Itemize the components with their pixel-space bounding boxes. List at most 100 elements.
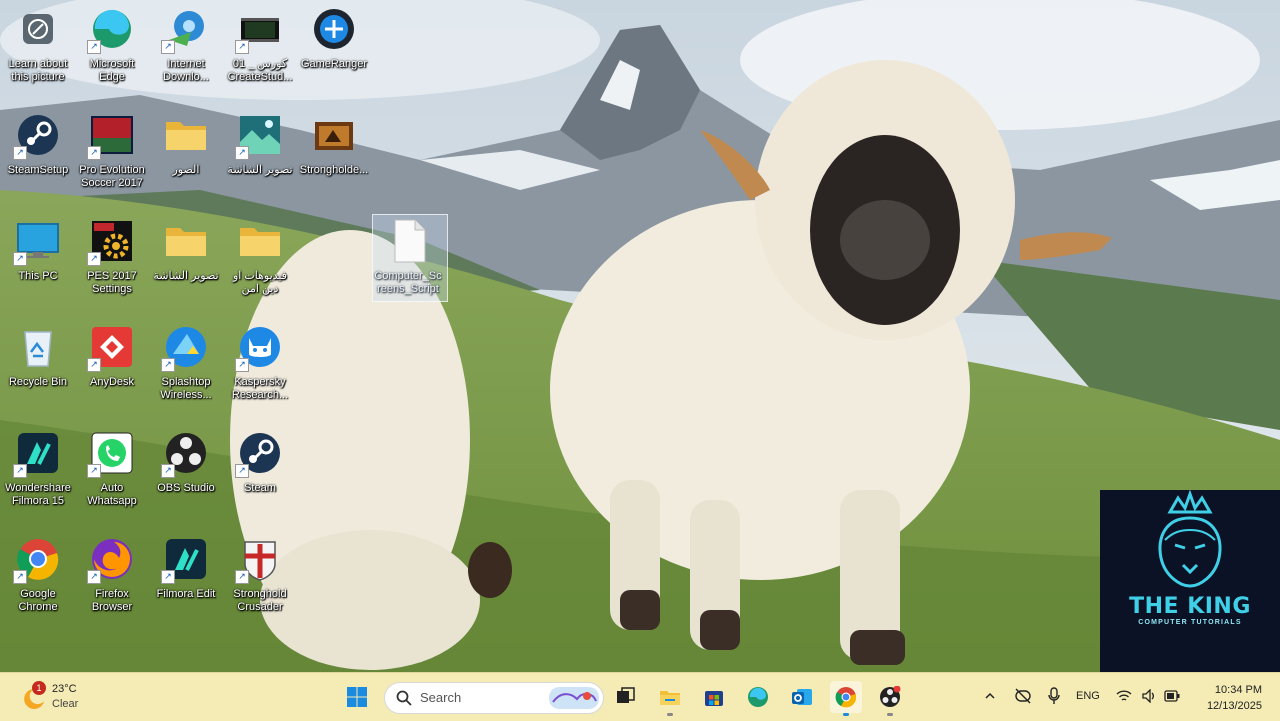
- pes-icon: ↗: [87, 112, 135, 160]
- desktop-icon-label: Internet Downlo...: [163, 58, 209, 83]
- sync-off-icon[interactable]: [1014, 688, 1032, 704]
- watermark-subtitle: COMPUTER TUTORIALS: [1138, 619, 1242, 626]
- edge-button[interactable]: [742, 681, 774, 713]
- desktop-icon[interactable]: ↗ Pro Evolution Soccer 2017: [76, 108, 148, 208]
- desktop-icon[interactable]: ↗ PES 2017 Settings: [76, 214, 148, 314]
- whatsapp-icon: ↗: [87, 430, 135, 478]
- weather-widget[interactable]: 1 23°C Clear: [18, 681, 128, 713]
- obs-button[interactable]: [874, 681, 906, 716]
- desktop-icon[interactable]: ↗ Auto Whatsapp: [76, 426, 148, 526]
- desktop-icon[interactable]: ↗ This PC: [2, 214, 74, 314]
- desktop-icon[interactable]: ↗ تصوير الشاشة: [224, 108, 296, 208]
- document-icon: [385, 218, 431, 264]
- running-indicator: [887, 713, 893, 716]
- search-icon: [396, 690, 412, 706]
- desktop-icon[interactable]: Strongholde...: [298, 108, 370, 208]
- video-file-icon: ↗: [235, 6, 283, 54]
- desktop-icon-label: This PC: [18, 270, 58, 282]
- desktop-icon-label: Firefox Browser: [91, 588, 133, 613]
- desktop-icon[interactable]: ↗ Internet Downlo...: [150, 2, 222, 102]
- folder-icon: [660, 691, 680, 705]
- shortcut-arrow-icon: ↗: [13, 252, 27, 266]
- desktop-icon-label: Kaspersky Research...: [231, 376, 289, 401]
- steam-icon: ↗: [235, 430, 283, 478]
- desktop-icon[interactable]: ↗ Steam: [224, 426, 296, 526]
- shortcut-arrow-icon: ↗: [161, 570, 175, 584]
- search-placeholder: Search: [420, 690, 462, 705]
- chrome-button[interactable]: [830, 681, 862, 716]
- desktop-icon[interactable]: تصوير الشاشة: [150, 214, 222, 314]
- edge-icon: ↗: [87, 6, 135, 54]
- chevron-up-icon[interactable]: [984, 690, 996, 702]
- desktop-icon[interactable]: Computer_Sc reens_Script: [372, 214, 448, 314]
- desktop-icon[interactable]: ↗ 01 _ كورس CreateStud...: [224, 2, 296, 102]
- clock[interactable]: 10:34 PM 12/13/2025: [1207, 682, 1262, 714]
- filmora-icon: ↗: [13, 430, 61, 478]
- obs-icon: [880, 686, 901, 707]
- desktop-icon-label: الصور: [172, 164, 200, 176]
- desktop-icon-label: Strongholde...: [299, 164, 369, 176]
- shortcut-arrow-icon: ↗: [87, 252, 101, 266]
- task-view-button[interactable]: [609, 681, 641, 713]
- obs-icon: ↗: [161, 430, 209, 478]
- language-indicator[interactable]: ENG: [1076, 690, 1100, 702]
- desktop-icon-label: Google Chrome: [18, 588, 58, 613]
- outlook-button[interactable]: [786, 681, 818, 713]
- splashtop-icon: ↗: [161, 324, 209, 372]
- desktop-icon[interactable]: ↗ OBS Studio: [150, 426, 222, 526]
- desktop-icon[interactable]: ↗ Wondershare Filmora 15: [2, 426, 74, 526]
- desktop-icon-label: Stronghold Crusader: [233, 588, 287, 613]
- watermark-title: THE KING: [1129, 594, 1251, 619]
- desktop-icon-label: GameRanger: [300, 58, 368, 70]
- chrome-icon: ↗: [13, 536, 61, 584]
- settings-icon: ↗: [87, 218, 135, 266]
- desktop-icon-label: Wondershare Filmora 15: [5, 482, 71, 507]
- desktop-icon[interactable]: ↗ Google Chrome: [2, 532, 74, 632]
- wifi-icon[interactable]: [1116, 689, 1132, 703]
- clock-date: 12/13/2025: [1206, 700, 1262, 712]
- cat-app-icon: ↗: [235, 324, 283, 372]
- desktop-icon[interactable]: ↗ Splashtop Wireless...: [150, 320, 222, 420]
- desktop-icon-label: Pro Evolution Soccer 2017: [79, 164, 145, 189]
- desktop-icon[interactable]: ↗ SteamSetup: [2, 108, 74, 208]
- desktop-icon[interactable]: ↗ Firefox Browser: [76, 532, 148, 632]
- running-indicator: [667, 713, 673, 716]
- windows-logo-icon: [347, 687, 367, 707]
- stronghold-icon: [311, 112, 357, 158]
- desktop-icon-label: Splashtop Wireless...: [160, 376, 212, 401]
- desktop-icon-label: تصوير الشاشة: [153, 270, 219, 282]
- microphone-icon[interactable]: [1048, 687, 1060, 705]
- shortcut-arrow-icon: ↗: [161, 358, 175, 372]
- desktop-icon[interactable]: ↗ Filmora Edit: [150, 532, 222, 632]
- channel-watermark: THE KING COMPUTER TUTORIALS: [1100, 490, 1280, 672]
- shortcut-arrow-icon: ↗: [13, 146, 27, 160]
- desktop-icon[interactable]: Learn about this picture: [2, 2, 74, 102]
- start-button[interactable]: [341, 681, 373, 713]
- desktop-icon[interactable]: الصور: [150, 108, 222, 208]
- volume-icon[interactable]: [1142, 689, 1158, 703]
- desktop-icon-label: 01 _ كورس CreateStud...: [227, 58, 293, 83]
- shortcut-arrow-icon: ↗: [235, 146, 249, 160]
- file-explorer-button[interactable]: [654, 681, 686, 716]
- shortcut-arrow-icon: ↗: [235, 570, 249, 584]
- desktop-icon[interactable]: ↗ AnyDesk: [76, 320, 148, 420]
- battery-icon[interactable]: [1164, 690, 1180, 702]
- store-button[interactable]: [698, 681, 730, 713]
- firefox-icon: ↗: [87, 536, 135, 584]
- desktop-icon[interactable]: Recycle Bin: [2, 320, 74, 420]
- shortcut-arrow-icon: ↗: [87, 464, 101, 478]
- filmora-icon: ↗: [161, 536, 209, 584]
- desktop-icon[interactable]: ↗ Microsoft Edge: [76, 2, 148, 102]
- monitor-icon: ↗: [13, 218, 61, 266]
- desktop-icon[interactable]: ↗ Stronghold Crusader: [224, 532, 296, 632]
- desktop-icon[interactable]: ↗ Kaspersky Research...: [224, 320, 296, 420]
- chrome-icon: [835, 687, 857, 708]
- running-indicator: [843, 713, 849, 716]
- clock-time: 10:34 PM: [1214, 684, 1262, 696]
- lion-crown-logo: [1158, 490, 1222, 588]
- anydesk-icon: ↗: [87, 324, 135, 372]
- shortcut-arrow-icon: ↗: [235, 358, 249, 372]
- desktop-icon[interactable]: فيديوهات او دين امن: [224, 214, 296, 314]
- desktop-icon[interactable]: GameRanger: [298, 2, 370, 102]
- taskbar-search-box[interactable]: Search: [384, 682, 604, 714]
